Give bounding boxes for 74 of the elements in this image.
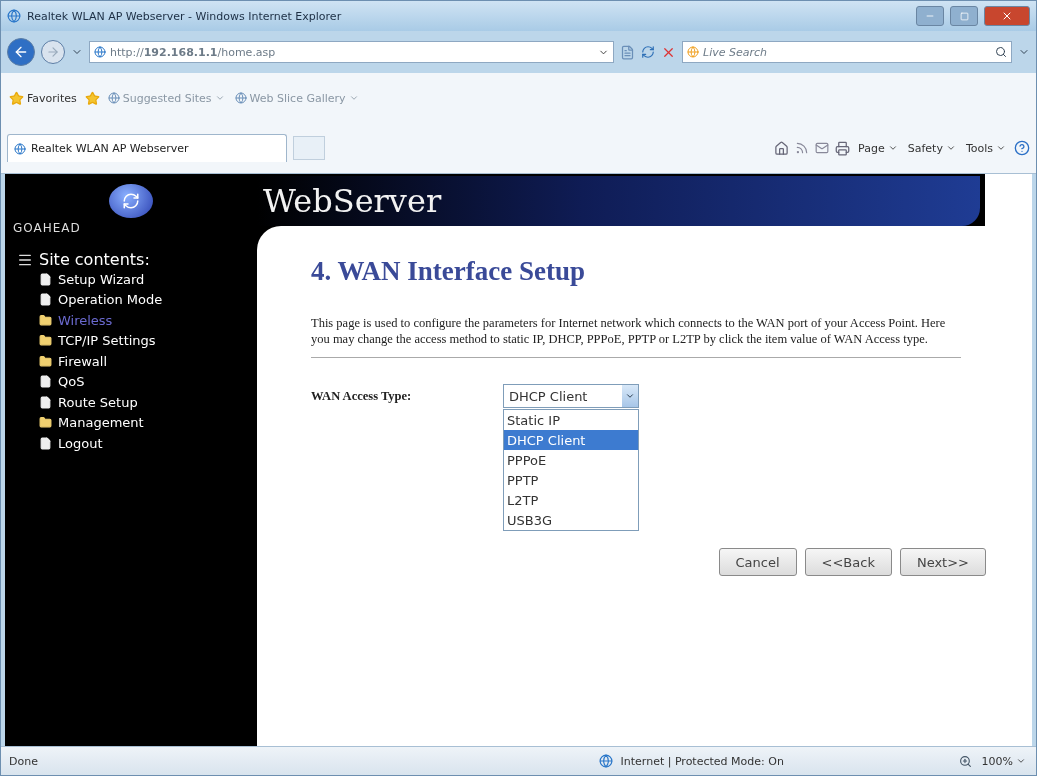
field-label: WAN Access Type: [311, 388, 413, 404]
sidebar-heading: Site contents: [39, 250, 150, 269]
sidebar-item[interactable]: Route Setup [39, 392, 257, 413]
caret-icon [887, 143, 898, 153]
wizard-button[interactable]: Cancel [718, 548, 797, 576]
globe-icon [687, 46, 699, 58]
folder-icon [39, 416, 52, 430]
page-icon [39, 272, 52, 286]
add-favorite-icon[interactable] [84, 90, 100, 106]
feeds-icon[interactable] [795, 141, 810, 155]
help-icon[interactable] [1014, 140, 1030, 156]
minimize-button[interactable] [916, 6, 944, 26]
print-icon[interactable] [835, 140, 851, 156]
page-description: This page is used to configure the parameters for Internet network which connects to the WAN port of your Access Point. Here you may change the access method to static IP, DHCP, PPPoE, PPTP or L2TP by click the item value of WAN Access type. [311, 315, 947, 347]
zoom-level[interactable]: 100% [979, 754, 1028, 768]
search-field[interactable]: Live Search [682, 41, 1012, 63]
dropdown-option[interactable]: DHCP Client [504, 430, 638, 450]
arrow-right-icon [46, 45, 60, 59]
favorites-button[interactable]: Favorites [7, 90, 79, 106]
star-icon [9, 90, 24, 106]
globe-icon [234, 92, 247, 104]
close-button[interactable] [984, 6, 1030, 26]
banner-title: WebServer [263, 182, 442, 220]
status-text: Done [9, 754, 39, 768]
sidebar-item[interactable]: Setup Wizard [39, 269, 257, 290]
zone-text: Internet | Protected Mode: On [620, 754, 785, 768]
command-menu[interactable]: Page [856, 141, 900, 155]
sidebar-item[interactable]: Management [39, 412, 257, 433]
caret-icon [214, 93, 225, 103]
close-icon [1001, 10, 1013, 22]
home-icon[interactable] [774, 140, 790, 156]
window-title: Realtek WLAN AP Webserver - Windows Internet Explorer [27, 9, 343, 23]
folder-icon [39, 334, 52, 348]
page-icon [39, 436, 52, 450]
sidebar-item[interactable]: Logout [39, 433, 257, 454]
wizard-button[interactable]: Next>> [899, 548, 986, 576]
forward-button[interactable] [41, 40, 65, 64]
globe-icon [14, 142, 26, 155]
mail-icon[interactable] [815, 141, 830, 155]
zoom-icon [958, 754, 972, 768]
access-type-select[interactable]: DHCP Client [503, 384, 639, 408]
sidebar-item[interactable]: TCP/IP Settings [39, 330, 257, 351]
page-icon [39, 395, 52, 409]
page-heading: 4. WAN Interface Setup [311, 256, 586, 287]
caret-icon [622, 385, 638, 407]
sidebar-item[interactable]: Wireless [39, 310, 257, 331]
page-icon [39, 293, 52, 307]
command-menu[interactable]: Tools [963, 141, 1008, 155]
logo-icon [109, 184, 153, 218]
caret-icon [996, 143, 1006, 153]
globe-icon [94, 46, 106, 58]
maximize-icon [959, 11, 969, 21]
caret-icon [945, 143, 956, 153]
folder-icon [39, 354, 52, 368]
ie-logo-icon [7, 9, 21, 23]
compatibility-icon[interactable] [620, 44, 635, 60]
address-field[interactable]: http://192.168.1.1/home.asp [89, 41, 614, 63]
command-menu[interactable]: Safety [905, 141, 958, 155]
search-icon [995, 46, 1007, 58]
caret-icon [1016, 756, 1026, 766]
wizard-button[interactable]: <<Back [804, 548, 892, 576]
back-button[interactable] [7, 38, 35, 66]
globe-icon [598, 754, 613, 768]
globe-icon [107, 92, 120, 104]
maximize-button[interactable] [950, 6, 978, 26]
browser-tab[interactable]: Realtek WLAN AP Webserver [7, 134, 287, 162]
caret-icon [348, 93, 359, 103]
page-icon [39, 375, 52, 389]
sidebar-item[interactable]: QoS [39, 371, 257, 392]
sidebar-item[interactable]: Operation Mode [39, 289, 257, 310]
sidebar-item[interactable]: Firewall [39, 351, 257, 372]
folder-icon [39, 313, 52, 327]
refresh-icon[interactable] [641, 45, 655, 59]
logo-text: GOAHEAD [13, 221, 81, 235]
